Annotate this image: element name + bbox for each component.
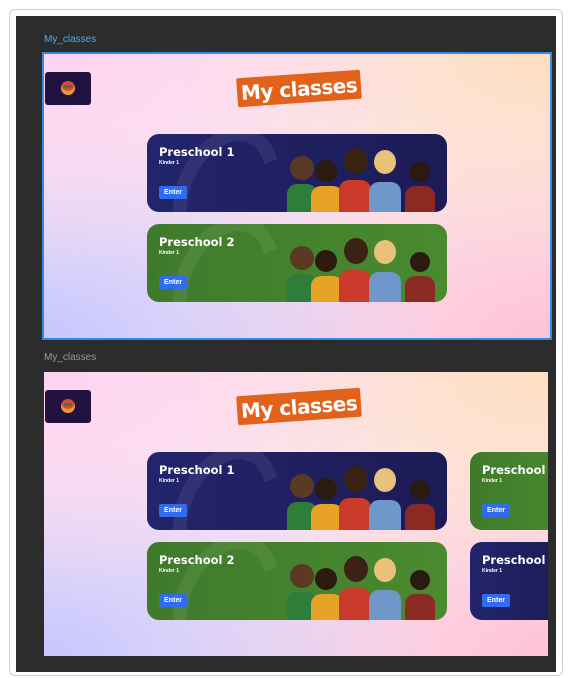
- children-photo: [287, 460, 447, 530]
- children-photo: [287, 550, 447, 620]
- class-subtitle: Kinder 1: [159, 160, 180, 166]
- frame-label-1[interactable]: My_classes: [44, 34, 96, 45]
- class-card-preschool-2[interactable]: Preschool 2 Kinder 1 Enter: [147, 542, 447, 620]
- class-card-preschool-1[interactable]: Preschool 1 Kinder 1 Enter: [147, 452, 447, 530]
- enter-button[interactable]: Enter: [159, 504, 187, 517]
- class-subtitle: Kinder 1: [482, 568, 503, 574]
- enter-button[interactable]: Enter: [159, 594, 187, 607]
- enter-button[interactable]: Enter: [482, 504, 510, 517]
- tomato-mascot-icon: [61, 399, 75, 413]
- class-subtitle: Kinder 1: [159, 250, 180, 256]
- enter-button[interactable]: Enter: [159, 186, 187, 199]
- enter-button[interactable]: Enter: [159, 276, 187, 289]
- class-name: Preschool 1: [159, 463, 235, 477]
- children-photo: [287, 232, 447, 302]
- class-card-preschool-4[interactable]: Preschool 4 Kinder 1 Enter: [470, 542, 548, 620]
- frame-my-classes-1[interactable]: My classes Preschool 1 Kinder 1 Enter Pr…: [42, 52, 552, 340]
- class-name: Preschool 2: [159, 235, 235, 249]
- class-name: Preschool 1: [159, 145, 235, 159]
- logo[interactable]: [45, 390, 91, 423]
- class-name: Preschool 3: [482, 463, 548, 477]
- page-title: My classes: [236, 69, 362, 108]
- class-card-preschool-1[interactable]: Preschool 1 Kinder 1 Enter: [147, 134, 447, 212]
- class-name: Preschool 4: [482, 553, 548, 567]
- class-subtitle: Kinder 1: [159, 478, 180, 484]
- logo[interactable]: [45, 72, 91, 105]
- page-title-text: My classes: [240, 72, 358, 105]
- class-card-preschool-3[interactable]: Preschool 3 Kinder 1 Enter: [470, 452, 548, 530]
- class-subtitle: Kinder 1: [482, 478, 503, 484]
- frame-my-classes-2[interactable]: My classes Preschool 1 Kinder 1 Enter Pr…: [44, 372, 548, 656]
- design-canvas[interactable]: My_classes My classes Preschool 1 Kinder…: [16, 16, 556, 672]
- tomato-mascot-icon: [61, 81, 75, 95]
- class-subtitle: Kinder 1: [159, 568, 180, 574]
- frame-label-2[interactable]: My_classes: [44, 352, 96, 363]
- class-card-preschool-2[interactable]: Preschool 2 Kinder 1 Enter: [147, 224, 447, 302]
- children-photo: [287, 142, 447, 212]
- enter-button[interactable]: Enter: [482, 594, 510, 607]
- class-name: Preschool 2: [159, 553, 235, 567]
- page-title: My classes: [236, 387, 362, 426]
- page-title-text: My classes: [240, 390, 358, 423]
